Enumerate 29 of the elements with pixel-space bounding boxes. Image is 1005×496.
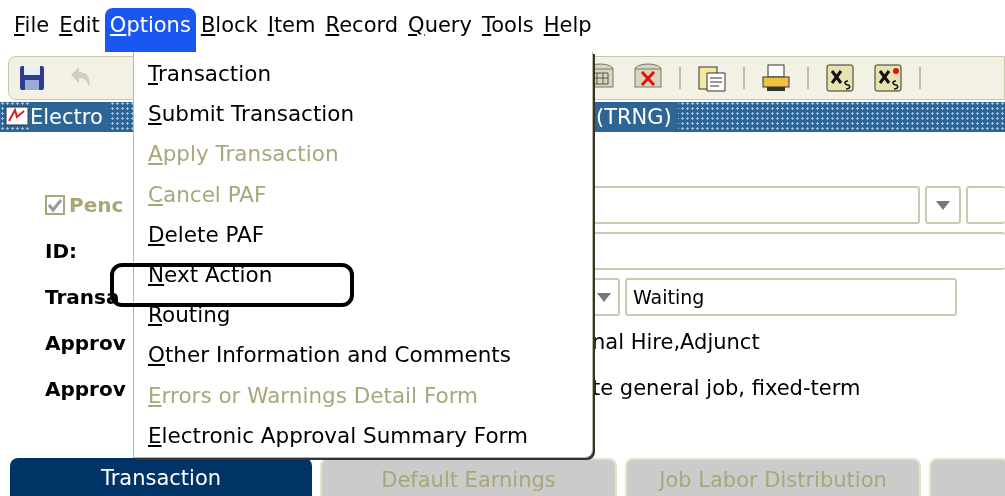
input-field[interactable] xyxy=(966,186,1005,224)
menu-item[interactable]: Item xyxy=(262,8,321,52)
input-field[interactable]: Waiting xyxy=(625,278,957,316)
menu-item[interactable]: Submit Transaction xyxy=(134,94,592,135)
menu-item[interactable]: Electronic Approval Summary Form xyxy=(134,415,592,456)
menu-item[interactable]: Delete PAF xyxy=(134,214,592,255)
tab[interactable]: Transaction xyxy=(10,458,312,496)
triangle-down-icon xyxy=(936,200,950,210)
window-title: Electro xyxy=(30,102,109,132)
window-title: (TRNG) xyxy=(596,102,678,132)
field-label: ID: xyxy=(45,239,78,263)
menu-item[interactable]: Record xyxy=(320,8,404,52)
cross-card-icon[interactable] xyxy=(871,61,905,95)
menu-item[interactable]: Edit xyxy=(54,8,105,52)
form-icon xyxy=(4,105,30,127)
menu-item[interactable]: File xyxy=(9,8,55,52)
cross-card-icon[interactable] xyxy=(823,61,857,95)
triangle-down-icon xyxy=(597,292,611,302)
menu-item[interactable]: Routing xyxy=(134,295,592,336)
field-label: Approv xyxy=(45,377,126,401)
menu-item[interactable]: Block xyxy=(195,8,263,52)
field-label: Penc xyxy=(69,192,124,219)
menu-item[interactable]: Query xyxy=(403,8,477,52)
menu-item[interactable]: Other Information and Comments xyxy=(134,335,592,376)
menu-item[interactable]: Help xyxy=(538,8,597,52)
menu-item[interactable]: Tools xyxy=(476,8,539,52)
field-label: Approv xyxy=(45,331,126,355)
menu-item[interactable]: Options xyxy=(104,8,196,52)
menu-item[interactable]: Next Action xyxy=(134,254,592,296)
